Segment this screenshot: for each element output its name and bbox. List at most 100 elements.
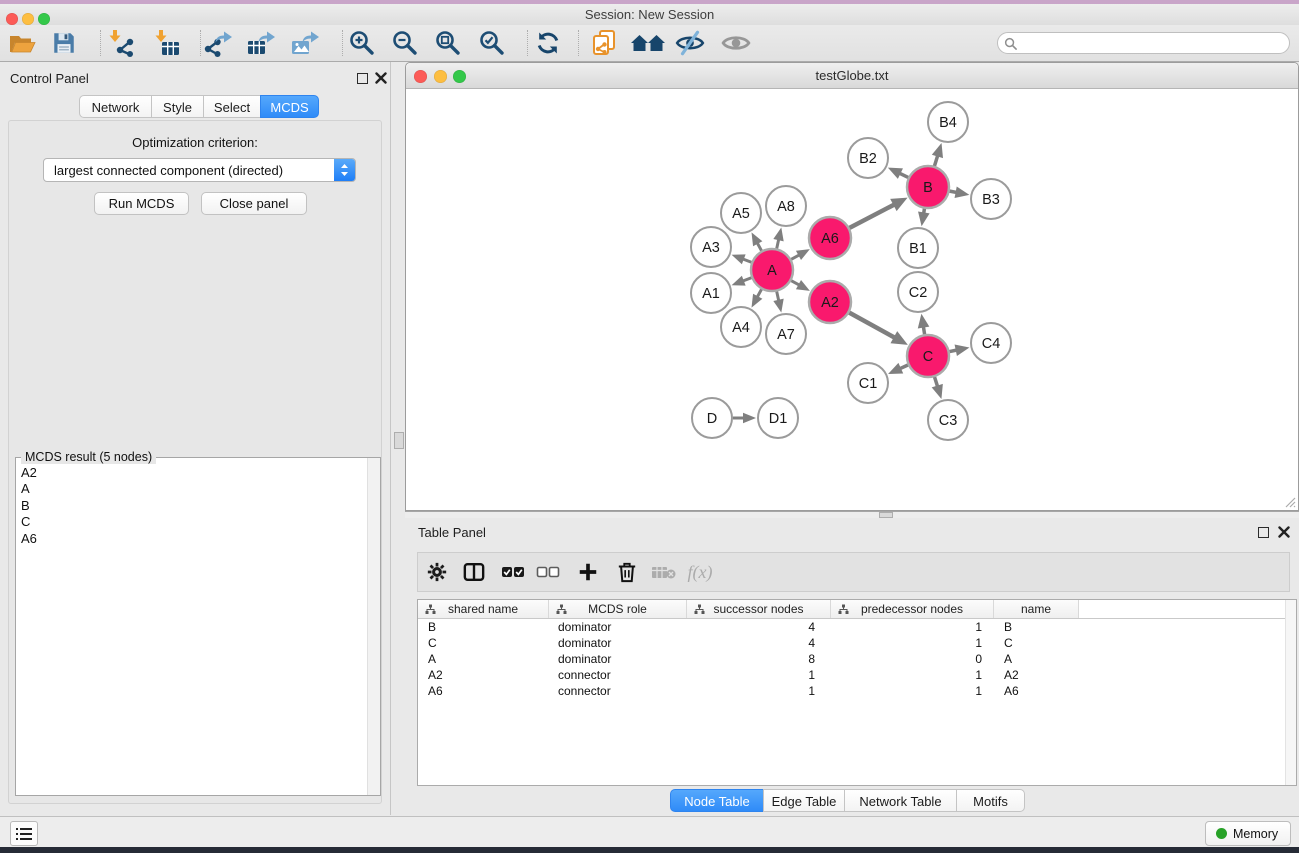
attribute-icon (694, 604, 705, 615)
column-label: predecessor nodes (861, 602, 963, 616)
table-toolbar: f(x) (417, 552, 1290, 592)
zoom-out-button[interactable] (387, 27, 423, 59)
tab-style[interactable]: Style (151, 95, 204, 118)
table-row[interactable]: A6connector11A6 (418, 683, 1296, 699)
graph-edge-A6-B[interactable] (850, 204, 896, 228)
result-scrollbar[interactable] (367, 458, 380, 795)
show-hidden-button[interactable] (718, 27, 754, 59)
zoom-in-button[interactable] (344, 27, 380, 59)
table-row[interactable]: Bdominator41B (418, 619, 1296, 635)
network-window-titlebar[interactable]: testGlobe.txt (406, 63, 1298, 89)
table-row[interactable]: Adominator80A (418, 651, 1296, 667)
vertical-splitter-handle[interactable] (394, 432, 404, 449)
tab-network-table[interactable]: Network Table (844, 789, 957, 812)
hide-selected-button[interactable] (672, 27, 708, 59)
network-canvas[interactable]: AA1A2A3A4A5A6A7A8BB1B2B3B4CC1C2C3C4DD1 (406, 89, 1298, 510)
table-settings-button[interactable] (422, 557, 452, 587)
table-cell: A (994, 651, 1079, 667)
task-history-button[interactable] (10, 821, 38, 846)
tab-node-table[interactable]: Node Table (670, 789, 764, 812)
node-table-body: Bdominator41BCdominator41CAdominator80AA… (418, 619, 1296, 699)
show-columns-button[interactable] (459, 557, 489, 587)
open-folder-icon (7, 30, 37, 56)
tab-mcds[interactable]: MCDS (260, 95, 319, 118)
open-session-button[interactable] (4, 27, 40, 59)
column-header-MCDS-role[interactable]: MCDS role (549, 600, 687, 618)
column-header-successor-nodes[interactable]: successor nodes (687, 600, 831, 618)
mcds-result-item[interactable]: A6 (21, 531, 368, 547)
export-table-button[interactable] (243, 27, 279, 59)
export-image-button[interactable] (287, 27, 323, 59)
duplicate-network-button[interactable] (587, 27, 623, 59)
tab-network[interactable]: Network (79, 95, 152, 118)
close-panel-icon[interactable] (375, 72, 387, 84)
table-cell: A2 (418, 667, 549, 683)
mcds-result-item[interactable]: C (21, 514, 368, 530)
delete-column-button[interactable] (612, 557, 642, 587)
float-table-panel-icon[interactable] (1258, 527, 1269, 538)
horizontal-divider[interactable] (405, 511, 1299, 518)
table-scrollbar[interactable] (1285, 600, 1296, 785)
table-row[interactable]: A2connector11A2 (418, 667, 1296, 683)
zoom-fit-button[interactable] (430, 27, 466, 59)
search-input[interactable] (1017, 35, 1289, 51)
attribute-icon (425, 604, 436, 615)
zoom-selected-button[interactable] (474, 27, 510, 59)
columns-icon (463, 561, 485, 583)
select-spinner-icon (334, 159, 355, 181)
table-row[interactable]: Cdominator41C (418, 635, 1296, 651)
zoom-fit-icon (434, 29, 462, 57)
table-cell: 4 (687, 619, 831, 635)
column-header-predecessor-nodes[interactable]: predecessor nodes (831, 600, 994, 618)
table-cell: 1 (831, 667, 994, 683)
table-cell: A2 (994, 667, 1079, 683)
optimization-criterion-label: Optimization criterion: (9, 135, 381, 150)
mcds-result-item[interactable]: A2 (21, 465, 368, 481)
select-all-icon (501, 562, 525, 582)
memory-button[interactable]: Memory (1205, 821, 1291, 846)
table-cell: dominator (549, 619, 687, 635)
float-panel-icon[interactable] (357, 73, 368, 84)
home-button[interactable] (630, 27, 666, 59)
table-cell: 1 (687, 667, 831, 683)
mcds-tab-content: Optimization criterion: largest connecte… (8, 120, 382, 804)
save-session-button[interactable] (46, 27, 82, 59)
trash-icon (617, 561, 637, 583)
optimization-criterion-select[interactable]: largest connected component (directed) (43, 158, 356, 182)
graph-node-label: A7 (777, 327, 795, 343)
column-header-shared-name[interactable]: shared name (418, 600, 549, 618)
mcds-result-item[interactable]: A (21, 481, 368, 497)
table-cell: connector (549, 667, 687, 683)
export-image-icon (290, 29, 320, 57)
deselect-all-columns-button[interactable] (533, 557, 563, 587)
close-panel-button[interactable]: Close panel (201, 192, 307, 215)
tab-motifs[interactable]: Motifs (956, 789, 1025, 812)
table-cell: A6 (994, 683, 1079, 699)
tab-select[interactable]: Select (203, 95, 261, 118)
refresh-button[interactable] (530, 27, 566, 59)
table-cell: 1 (831, 635, 994, 651)
run-mcds-button[interactable]: Run MCDS (94, 192, 189, 215)
graph-edge-arrowhead (932, 384, 943, 399)
network-view-window: testGlobe.txt AA1A2A3A4A5A6A7A8BB1B2B3B4… (405, 62, 1299, 511)
tab-edge-table[interactable]: Edge Table (763, 789, 845, 812)
import-table-button[interactable] (148, 27, 184, 59)
import-network-button[interactable] (102, 27, 138, 59)
list-icon (15, 826, 33, 842)
main-titlebar: Session: New Session (0, 4, 1299, 25)
graph-node-label: B2 (859, 151, 877, 167)
node-table: shared name MCDS role successor nodes prede… (417, 599, 1297, 786)
select-all-columns-button[interactable] (498, 557, 528, 587)
create-column-button[interactable] (573, 557, 603, 587)
graph-edge-A2-C[interactable] (849, 313, 895, 339)
zoom-selected-icon (478, 29, 506, 57)
column-header-name[interactable]: name (994, 600, 1079, 618)
close-table-panel-icon[interactable] (1278, 526, 1290, 538)
search-field[interactable] (997, 32, 1290, 54)
resize-grip-icon[interactable] (1282, 494, 1296, 508)
table-cell: 4 (687, 635, 831, 651)
export-network-button[interactable] (200, 27, 236, 59)
column-label: MCDS role (588, 602, 647, 616)
delete-table-icon (651, 563, 677, 581)
mcds-result-item[interactable]: B (21, 498, 368, 514)
